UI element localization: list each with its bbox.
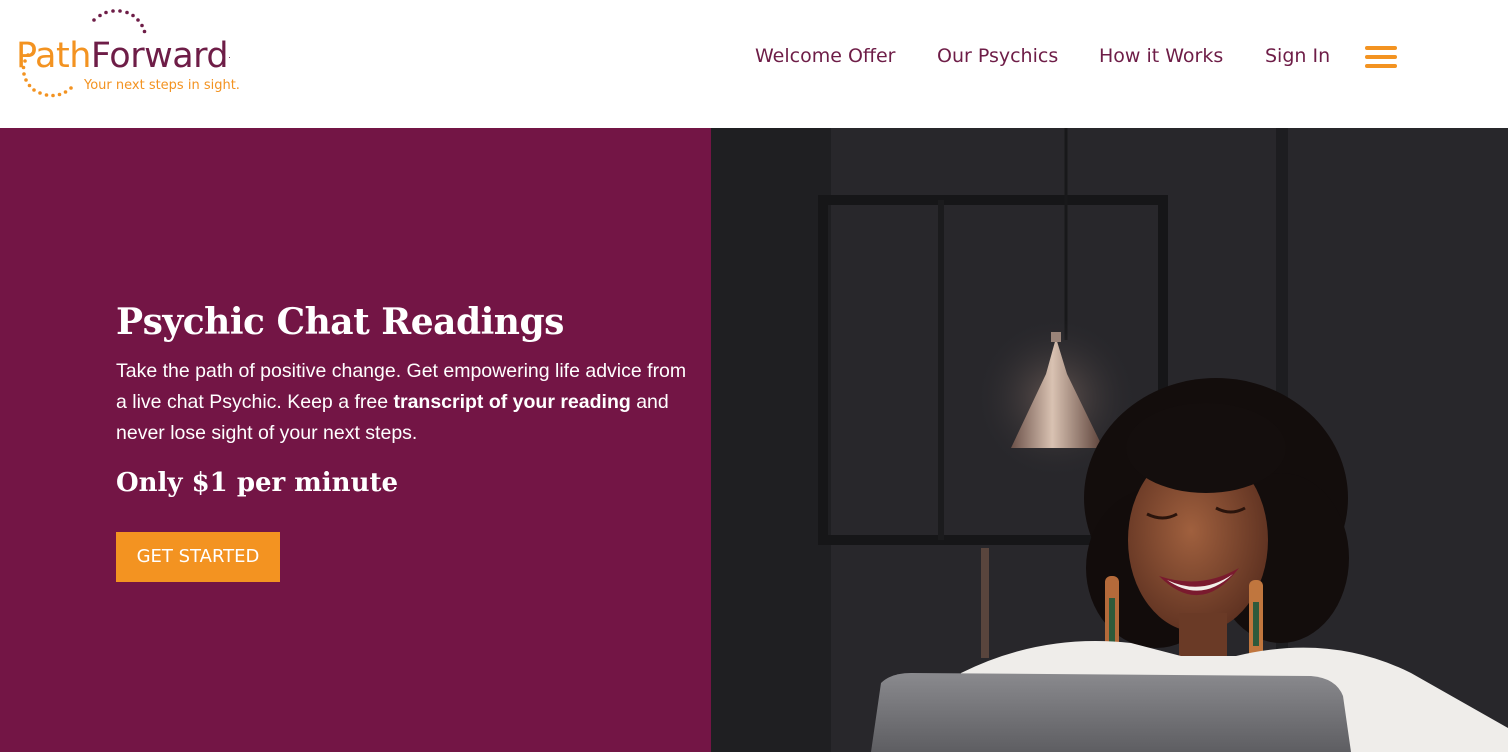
hero-price: Only $1 per minute — [116, 468, 399, 498]
nav-sign-in[interactable]: Sign In — [1265, 44, 1330, 68]
hero-photo-illustration — [711, 128, 1508, 752]
logo-tagline: Your next steps in sight. — [84, 78, 240, 93]
hero-description: Take the path of positive change. Get em… — [116, 356, 696, 449]
hero-text-bold: transcript of your reading — [393, 391, 631, 413]
hamburger-bar — [1365, 46, 1397, 50]
site-header: PathForward. Your next steps in sight. W… — [0, 0, 1508, 128]
main-nav: Welcome Offer Our Psychics How it Works … — [0, 44, 1508, 68]
nav-our-psychics[interactable]: Our Psychics — [937, 44, 1058, 68]
hero-photo — [711, 128, 1508, 752]
hamburger-menu-icon[interactable] — [1365, 46, 1397, 70]
hamburger-bar — [1365, 55, 1397, 59]
nav-how-it-works[interactable]: How it Works — [1099, 44, 1223, 68]
hero-title: Psychic Chat Readings — [116, 301, 564, 343]
hamburger-bar — [1365, 64, 1397, 68]
nav-welcome-offer[interactable]: Welcome Offer — [755, 44, 896, 68]
get-started-button[interactable]: GET STARTED — [116, 532, 280, 582]
